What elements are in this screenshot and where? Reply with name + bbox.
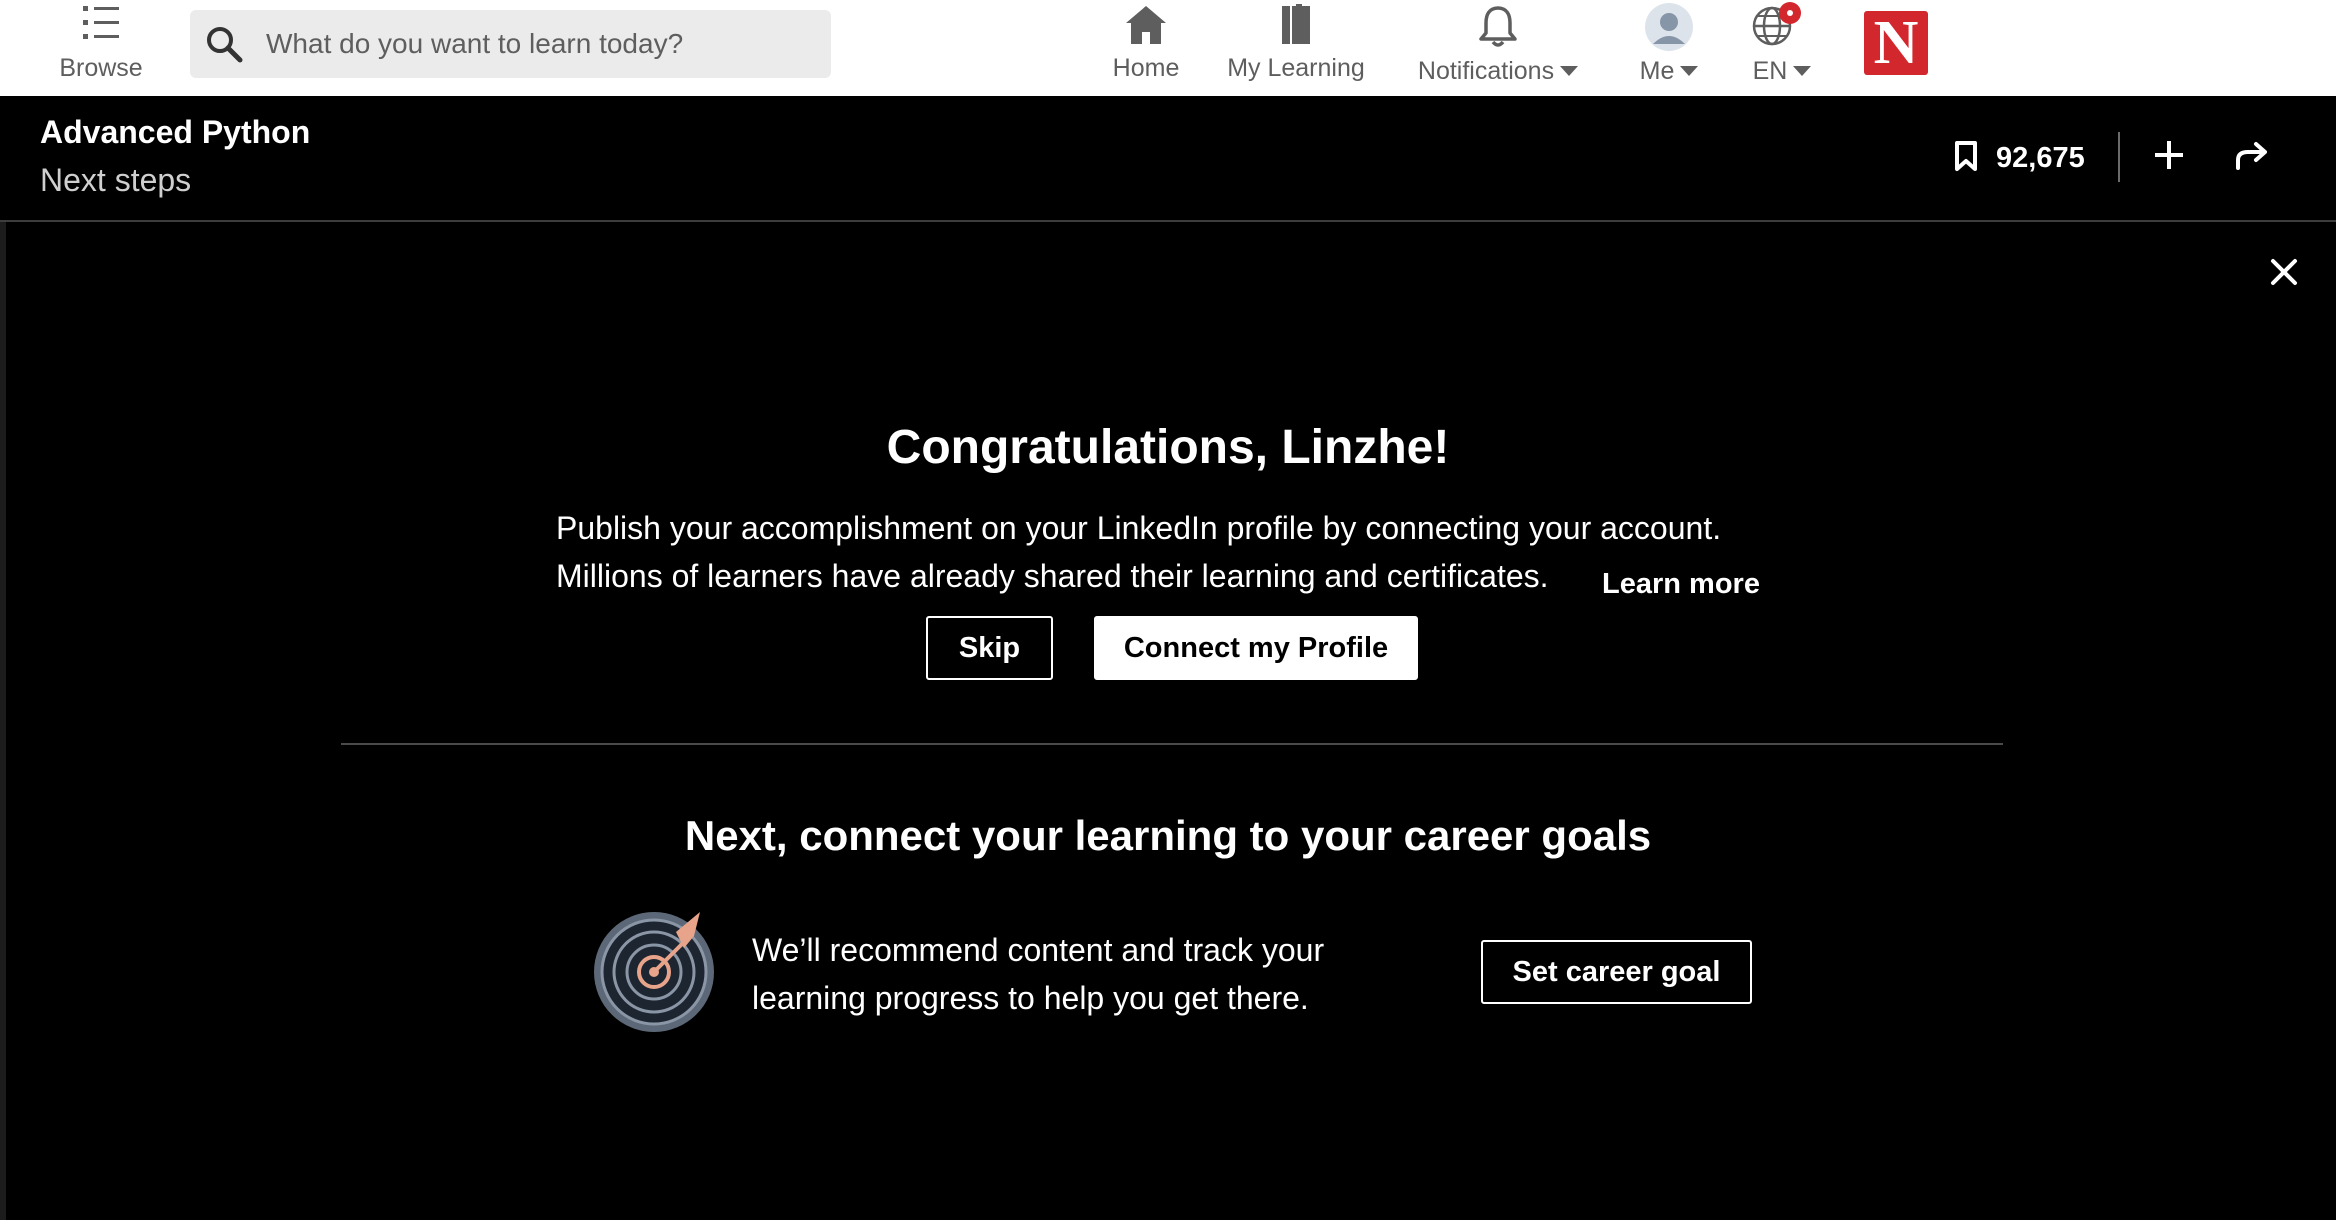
top-nav: Browse Home My Learning bbox=[0, 0, 2336, 96]
chevron-down-icon bbox=[1560, 66, 1579, 76]
chevron-down-icon bbox=[1793, 66, 1812, 76]
me-label: Me bbox=[1639, 57, 1675, 85]
nav-notifications[interactable]: Notifications bbox=[1408, 0, 1588, 96]
course-title[interactable]: Advanced Python bbox=[40, 114, 310, 151]
brand-logo[interactable]: N bbox=[1864, 11, 1928, 75]
globe-icon bbox=[1750, 2, 1814, 61]
bookmark-icon[interactable] bbox=[1953, 140, 1979, 177]
close-icon[interactable] bbox=[2270, 258, 2298, 291]
skip-button[interactable]: Skip bbox=[926, 616, 1053, 680]
left-scroll-edge bbox=[0, 222, 6, 1220]
notifications-label: Notifications bbox=[1417, 57, 1555, 85]
language-label: EN bbox=[1752, 57, 1788, 85]
connect-profile-button[interactable]: Connect my Profile bbox=[1094, 616, 1418, 680]
target-icon bbox=[590, 902, 726, 1043]
congrats-heading: Congratulations, Linzhe! bbox=[886, 421, 1450, 474]
publish-text-line2: Millions of learners have already shared… bbox=[556, 558, 1549, 594]
share-icon[interactable] bbox=[2234, 140, 2270, 177]
recommend-text-line2: learning progress to help you get there. bbox=[752, 980, 1309, 1016]
home-icon bbox=[1122, 2, 1170, 57]
avatar bbox=[1644, 2, 1694, 59]
bell-icon bbox=[1474, 2, 1522, 57]
section-divider bbox=[341, 743, 2003, 745]
notifications-label-wrap: Notifications bbox=[1408, 57, 1588, 86]
search-bar[interactable] bbox=[190, 10, 831, 78]
course-header: Advanced Python Next steps 92,675 bbox=[0, 96, 2336, 222]
home-label: Home bbox=[1112, 54, 1180, 82]
nav-me[interactable]: Me bbox=[1628, 0, 1710, 96]
my-learning-label: My Learning bbox=[1227, 54, 1365, 82]
browse-label: Browse bbox=[59, 54, 143, 82]
chevron-down-icon bbox=[1680, 66, 1699, 76]
list-icon bbox=[81, 2, 121, 53]
set-career-goal-button[interactable]: Set career goal bbox=[1481, 940, 1752, 1004]
nav-my-learning[interactable]: My Learning bbox=[1220, 0, 1372, 96]
me-label-wrap: Me bbox=[1628, 57, 1710, 86]
search-icon bbox=[204, 24, 246, 71]
course-subtitle: Next steps bbox=[40, 162, 192, 198]
book-icon bbox=[1276, 2, 1316, 57]
learn-more-link[interactable]: Learn more bbox=[1602, 568, 1760, 601]
nav-home[interactable]: Home bbox=[1104, 0, 1188, 96]
career-goals-heading: Next, connect your learning to your care… bbox=[684, 812, 1652, 859]
recommend-text-line1: We’ll recommend content and track your bbox=[752, 932, 1325, 968]
publish-text-line1: Publish your accomplishment on your Link… bbox=[556, 510, 1722, 546]
browse-button[interactable]: Browse bbox=[48, 0, 154, 96]
divider bbox=[2118, 132, 2120, 182]
plus-icon[interactable] bbox=[2152, 138, 2186, 177]
search-input[interactable] bbox=[266, 10, 806, 78]
saves-count: 92,675 bbox=[1996, 142, 2085, 174]
language-label-wrap: EN bbox=[1742, 57, 1822, 86]
nav-language[interactable]: EN bbox=[1742, 0, 1822, 96]
